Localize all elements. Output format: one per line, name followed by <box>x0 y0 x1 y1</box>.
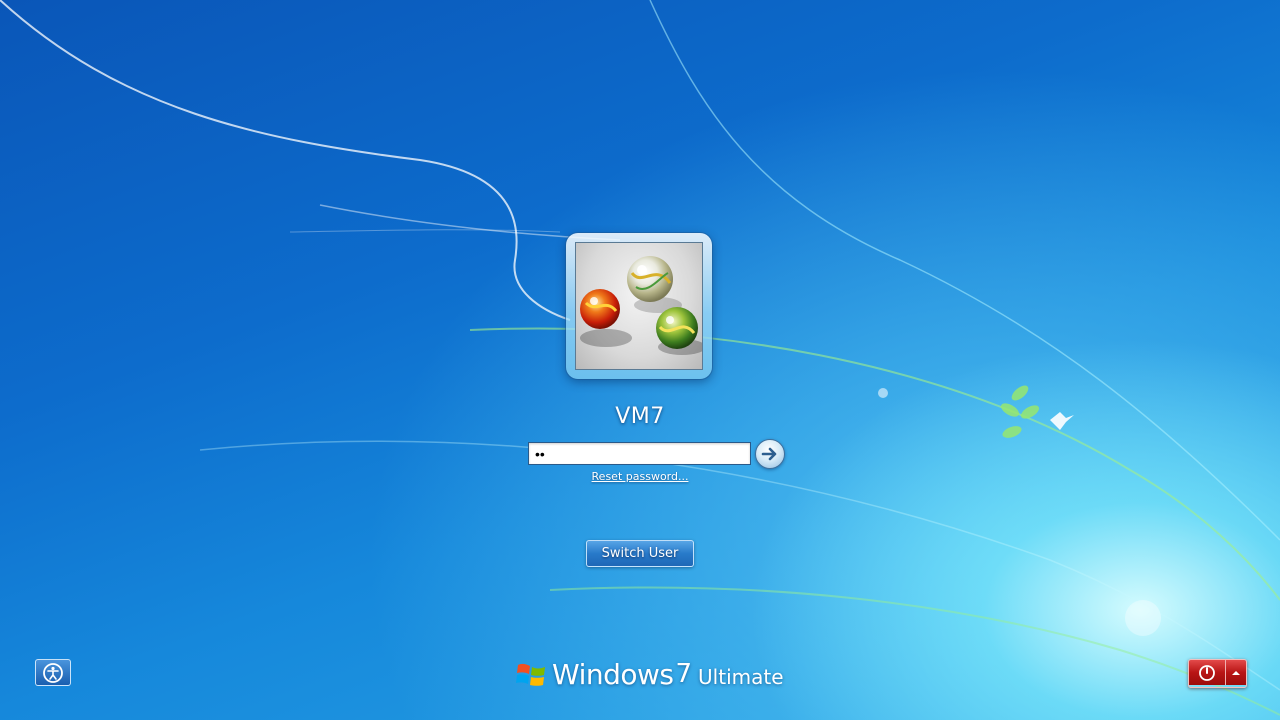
switch-user-button[interactable]: Switch User <box>586 540 694 567</box>
ease-of-access-button[interactable] <box>35 659 71 686</box>
arrow-right-icon <box>761 447 777 461</box>
shutdown-button[interactable] <box>1189 660 1225 685</box>
brand-edition: Ultimate <box>698 665 784 689</box>
ease-of-access-icon <box>43 662 63 683</box>
username-label: VM7 <box>615 404 665 429</box>
shutdown-group <box>1188 659 1247 688</box>
power-icon <box>1199 664 1215 681</box>
user-tile[interactable] <box>566 233 712 379</box>
brand-name: Windows <box>552 657 674 691</box>
windows-branding: Windows 7 Ultimate <box>514 654 784 694</box>
password-field[interactable] <box>528 442 751 465</box>
reset-password-link[interactable]: Reset password... <box>540 470 740 483</box>
triangle-up-icon <box>1232 670 1240 675</box>
brand-version: 7 <box>675 659 693 689</box>
windows-flag-icon <box>516 663 545 686</box>
shutdown-options-button[interactable] <box>1225 660 1246 685</box>
user-picture-marbles <box>575 242 703 370</box>
logon-screen: VM7 Reset password... Switch User Window… <box>0 0 1280 720</box>
submit-button[interactable] <box>755 439 785 469</box>
